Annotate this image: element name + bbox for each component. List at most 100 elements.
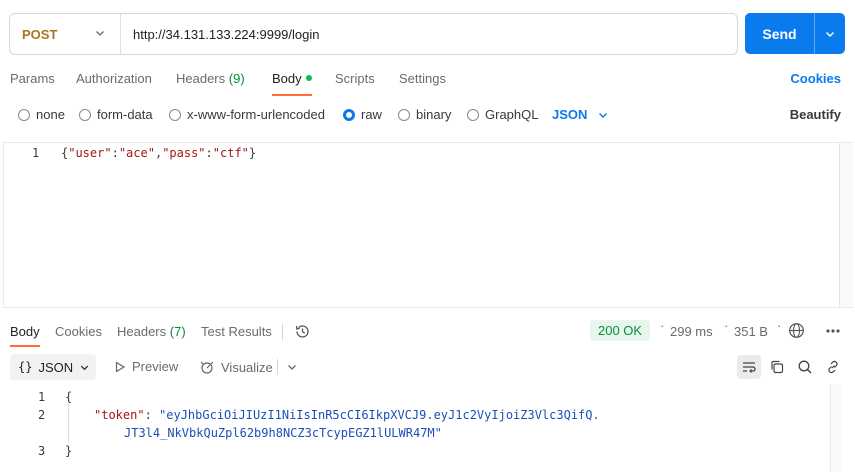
preview-button[interactable]: Preview — [114, 359, 178, 374]
chevron-down-icon — [599, 112, 608, 118]
json-line-token: "token": "eyJhbGciOiJIUzI1NiIsInR5cCI6Ik… — [94, 408, 600, 422]
copy-button[interactable] — [765, 355, 789, 379]
line-number: 1 — [38, 390, 46, 404]
tab-params[interactable]: Params — [10, 71, 55, 86]
cookies-link[interactable]: Cookies — [790, 71, 841, 86]
line-number: 2 — [38, 408, 46, 422]
divider — [282, 324, 283, 340]
language-select[interactable]: JSON — [552, 107, 609, 122]
search-icon — [798, 360, 812, 374]
code-token: "user" — [68, 146, 112, 160]
radio-urlencoded-label: x-www-form-urlencoded — [187, 107, 325, 122]
radio-none[interactable]: none — [18, 107, 65, 122]
preview-play-icon — [115, 360, 126, 373]
indent-guide — [68, 402, 69, 442]
copy-icon — [771, 360, 784, 374]
response-scrollbar[interactable] — [830, 384, 842, 472]
radio-binary-label: binary — [416, 107, 452, 122]
radio-circle — [398, 108, 410, 121]
chevron-down-icon[interactable] — [286, 361, 298, 376]
radio-circle — [18, 108, 30, 121]
send-button[interactable]: Send — [745, 26, 814, 42]
tab-settings[interactable]: Settings — [399, 71, 446, 86]
response-time[interactable]: 299 ms — [670, 324, 713, 339]
visualize-label: Visualize — [221, 359, 273, 375]
body-type-selector: none form-data x-www-form-urlencoded raw… — [0, 100, 855, 130]
link-button[interactable] — [821, 355, 845, 379]
send-options-button[interactable] — [815, 28, 845, 40]
editor-scrollbar[interactable] — [839, 143, 853, 307]
radio-raw[interactable]: raw — [343, 107, 382, 122]
json-token-value-part2: JT3l4_NkVbkQuZpl62b9h8NCZ3cTcypEGZ1lULWR… — [124, 426, 442, 440]
radio-circle — [79, 108, 91, 121]
tab-body-label: Body — [272, 71, 302, 86]
tab-body[interactable]: Body — [272, 71, 312, 96]
radio-form-data-label: form-data — [97, 107, 153, 122]
bullet: · — [724, 318, 729, 333]
resp-tab-body[interactable]: Body — [10, 324, 40, 347]
language-label: JSON — [552, 107, 588, 122]
radio-graphql[interactable]: GraphQL — [467, 107, 538, 122]
method-label: POST — [22, 26, 58, 42]
resp-tab-headers[interactable]: Headers (7) — [117, 324, 186, 339]
resp-tab-cookies[interactable]: Cookies — [55, 324, 102, 339]
divider — [277, 359, 278, 375]
chevron-down-icon — [96, 31, 104, 36]
response-tabs: Body Cookies Headers (7) Test Results 20… — [0, 318, 855, 347]
bullet: · — [777, 318, 782, 333]
chevron-down-icon — [826, 31, 834, 37]
response-body-viewer[interactable]: 1 { 2 "token": "eyJhbGciOiJIUzI1NiIsInR5… — [0, 384, 855, 472]
link-icon — [828, 360, 838, 374]
beautify-link[interactable]: Beautify — [790, 107, 841, 122]
status-badge[interactable]: 200 OK — [590, 320, 651, 341]
method-select[interactable]: POST — [10, 14, 121, 54]
braces-icon: {} — [18, 360, 33, 374]
radio-circle — [467, 108, 479, 121]
response-toolbar: {} JSON Preview Visualize — [0, 354, 855, 380]
radio-circle — [169, 108, 181, 121]
code-token: : — [111, 146, 119, 160]
visualize-button[interactable]: Visualize — [199, 359, 273, 375]
radio-binary[interactable]: binary — [398, 107, 451, 122]
url-bar: POST — [9, 13, 738, 55]
code-token: : — [205, 146, 213, 160]
body-indicator-dot — [305, 75, 312, 81]
url-input[interactable] — [121, 14, 737, 54]
tab-scripts[interactable]: Scripts — [335, 71, 375, 86]
radio-graphql-label: GraphQL — [485, 107, 539, 122]
globe-icon[interactable] — [788, 322, 805, 342]
wrap-lines-icon — [743, 362, 756, 373]
preview-label: Preview — [132, 359, 179, 374]
resp-tab-headers-label: Headers — [117, 324, 167, 339]
request-body-editor[interactable]: 1 {"user":"ace","pass":"ctf"} — [3, 142, 853, 308]
json-colon: : — [144, 408, 160, 422]
chevron-down-icon — [80, 365, 89, 370]
radio-urlencoded[interactable]: x-www-form-urlencoded — [169, 107, 325, 122]
more-icon[interactable] — [825, 324, 841, 339]
bullet: · — [660, 318, 665, 333]
radio-form-data[interactable]: form-data — [79, 107, 153, 122]
resp-tab-test-results[interactable]: Test Results — [201, 324, 272, 339]
code-token: "ace" — [118, 146, 155, 160]
tab-headers-label: Headers — [176, 71, 226, 86]
tab-headers[interactable]: Headers (9) — [176, 71, 245, 86]
response-format-select[interactable]: {} JSON — [10, 354, 96, 380]
wrap-lines-button[interactable] — [737, 355, 761, 379]
json-key-token: "token" — [94, 408, 145, 422]
search-button[interactable] — [793, 355, 817, 379]
send-button-group: Send — [745, 13, 845, 54]
code-token: } — [248, 146, 257, 160]
tab-headers-count: (9) — [228, 71, 245, 86]
resp-tab-headers-count: (7) — [169, 324, 186, 339]
code-token: "pass" — [162, 146, 206, 160]
response-size[interactable]: 351 B — [734, 324, 768, 339]
radio-raw-label: raw — [361, 107, 382, 122]
visualize-icon — [200, 361, 214, 374]
history-icon[interactable] — [294, 323, 311, 343]
line-number: 1 — [32, 146, 40, 160]
tab-authorization[interactable]: Authorization — [76, 71, 152, 86]
radio-circle-checked — [343, 108, 355, 121]
code-token: "ctf" — [212, 146, 249, 160]
response-format-label: JSON — [38, 359, 74, 375]
json-close-brace: } — [65, 444, 73, 458]
